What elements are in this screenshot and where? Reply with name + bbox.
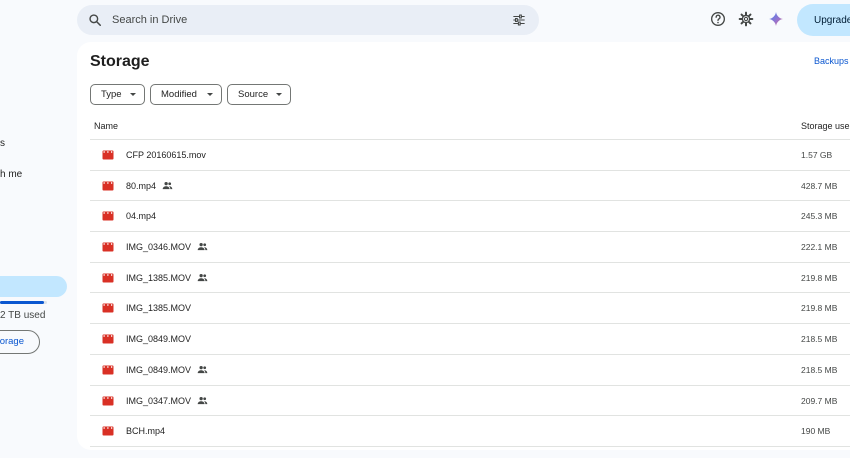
video-file-icon	[102, 211, 114, 221]
video-file-icon	[102, 303, 114, 313]
type-filter-label: Type	[101, 89, 122, 100]
upgrade-button[interactable]: Upgrade	[797, 4, 850, 36]
main-panel: Storage Backups Type Modified Source Nam…	[77, 42, 850, 450]
page-title: Storage	[90, 53, 150, 70]
file-size: 222.1 MB	[801, 242, 838, 253]
file-name: 80.mp4	[126, 180, 157, 191]
get-more-storage-button[interactable]: orage	[0, 330, 40, 354]
video-file-icon	[102, 181, 114, 191]
file-size: 428.7 MB	[801, 180, 838, 191]
sidebar-item-shared-with-me[interactable]: h me	[0, 169, 22, 180]
video-file-icon	[102, 334, 114, 344]
file-name: IMG_1385.MOV	[126, 272, 192, 283]
sidebar: s h me 2 TB used orage	[0, 0, 75, 458]
file-size: 1.57 GB	[801, 150, 833, 160]
file-size: 190 MB	[801, 426, 831, 437]
file-size: 245.3 MB	[801, 211, 838, 222]
video-file-icon	[102, 150, 114, 160]
storage-usage-fill	[0, 301, 44, 304]
shared-people-icon	[197, 273, 208, 281]
table-row[interactable]: 80.mp4 428.7 MB	[90, 171, 850, 202]
file-size: 209.7 MB	[801, 395, 838, 406]
file-name: IMG_0347.MOV	[126, 395, 192, 406]
sidebar-item-storage[interactable]	[0, 276, 67, 297]
table-row[interactable]: IMG_0849.MOV 218.5 MB	[90, 355, 850, 386]
shared-people-icon	[197, 396, 208, 404]
column-header-name[interactable]: Name	[94, 121, 118, 131]
table-row[interactable]: BCH.mp4 190 MB	[90, 416, 850, 447]
shared-people-icon	[197, 243, 208, 251]
storage-usage-bar	[0, 301, 47, 304]
file-size: 218.5 MB	[801, 364, 838, 375]
file-name: BCH.mp4	[126, 426, 166, 437]
video-file-icon	[102, 396, 114, 405]
table-row[interactable]: 04.mp4 245.3 MB	[90, 201, 850, 233]
tune-icon[interactable]	[512, 13, 526, 27]
file-list: CFP 20160615.mov 1.57 GB 80.mp4 428.7 MB 04.…	[90, 140, 850, 447]
source-filter-button[interactable]: Source	[227, 84, 291, 105]
storage-used-text: 2 TB used	[0, 310, 46, 321]
table-row[interactable]: IMG_1385.MOV 219.8 MB	[90, 263, 850, 294]
chevron-down-icon	[276, 93, 282, 96]
table-row[interactable]: CFP 20160615.mov 1.57 GB	[90, 140, 850, 171]
chevron-down-icon	[207, 93, 213, 96]
table-row[interactable]: IMG_0849.MOV 218.5 MB	[90, 324, 850, 355]
help-icon[interactable]	[710, 11, 726, 27]
settings-icon[interactable]	[738, 11, 754, 27]
shared-people-icon	[162, 181, 173, 189]
table-row[interactable]: IMG_0347.MOV 209.7 MB	[90, 386, 850, 417]
table-row[interactable]: IMG_0346.MOV 222.1 MB	[90, 232, 850, 263]
shared-people-icon	[197, 365, 208, 373]
modified-filter-label: Modified	[161, 89, 197, 100]
gemini-sparkle-icon[interactable]	[768, 11, 784, 27]
column-header-storage-used[interactable]: Storage use	[801, 121, 850, 131]
file-name: IMG_0849.MOV	[126, 334, 192, 345]
file-size: 219.8 MB	[801, 303, 838, 314]
search-input[interactable]	[112, 10, 492, 30]
file-name: CFP 20160615.mov	[126, 150, 206, 160]
video-file-icon	[102, 365, 114, 375]
file-name: 04.mp4	[126, 211, 157, 222]
chevron-down-icon	[130, 93, 136, 96]
file-size: 218.5 MB	[801, 334, 838, 345]
drive-storage-page: s h me 2 TB used orage Search in Drive U…	[0, 0, 850, 458]
search-bar[interactable]	[77, 5, 539, 35]
video-file-icon	[102, 426, 114, 436]
modified-filter-button[interactable]: Modified	[150, 84, 222, 105]
search-icon[interactable]	[88, 13, 102, 27]
video-file-icon	[102, 242, 114, 252]
file-name: IMG_0849.MOV	[126, 364, 192, 375]
source-filter-label: Source	[238, 89, 269, 100]
type-filter-button[interactable]: Type	[90, 84, 145, 105]
backups-link[interactable]: Backups	[814, 56, 849, 66]
file-size: 219.8 MB	[801, 272, 838, 283]
file-name: IMG_1385.MOV	[126, 303, 192, 314]
video-file-icon	[102, 273, 114, 283]
sidebar-item-label[interactable]: s	[0, 138, 5, 149]
table-row[interactable]: IMG_1385.MOV 219.8 MB	[90, 293, 850, 325]
file-name: IMG_0346.MOV	[126, 242, 192, 253]
